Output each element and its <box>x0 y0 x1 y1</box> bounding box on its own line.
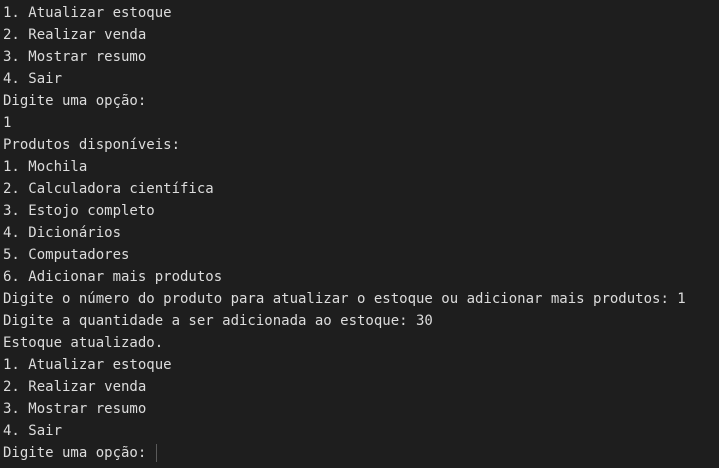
output-line: 2. Realizar venda <box>3 27 147 43</box>
output-line: Digite a quantidade a ser adicionada ao … <box>3 313 433 329</box>
output-line: 6. Adicionar mais produtos <box>3 269 223 285</box>
output-line: Digite o número do produto para atualiza… <box>3 291 686 307</box>
output-line: 3. Mostrar resumo <box>3 49 147 65</box>
output-line: 3. Estojo completo <box>3 203 155 219</box>
output-line: 4. Sair <box>3 423 63 439</box>
output-line: 1. Atualizar estoque <box>3 5 172 21</box>
output-line: 1. Mochila <box>3 159 88 175</box>
output-line: 5. Computadores <box>3 247 130 263</box>
output-line: Digite uma opção: <box>3 93 147 109</box>
output-line: 3. Mostrar resumo <box>3 401 147 417</box>
text-cursor <box>155 444 157 462</box>
output-line: 1. Atualizar estoque <box>3 357 172 373</box>
input-prompt-line[interactable]: Digite uma opção: <box>3 442 719 464</box>
output-line: 1 <box>3 115 12 131</box>
output-line: 2. Realizar venda <box>3 379 147 395</box>
output-line: 4. Sair <box>3 71 63 87</box>
output-line: 2. Calculadora científica <box>3 181 214 197</box>
terminal-output[interactable]: 1. Atualizar estoque 2. Realizar venda 3… <box>0 0 719 468</box>
input-prompt: Digite uma opção: <box>3 445 155 461</box>
output-line: Produtos disponíveis: <box>3 137 181 153</box>
output-line: Estoque atualizado. <box>3 335 164 351</box>
output-line: 4. Dicionários <box>3 225 122 241</box>
